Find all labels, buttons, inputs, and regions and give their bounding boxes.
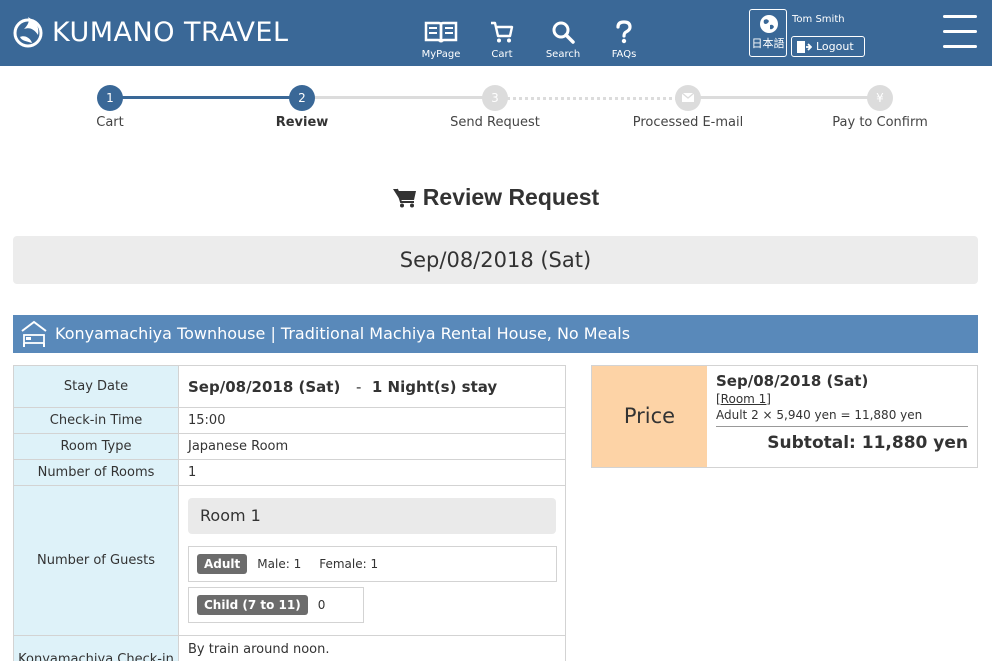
book-icon — [424, 21, 458, 43]
language-label: 日本語 — [751, 37, 785, 50]
table-row: Check-in Time 15:00 — [13, 407, 566, 434]
search-icon — [552, 21, 575, 44]
question-icon — [616, 20, 632, 44]
rooms-value: 1 — [178, 459, 566, 486]
stay-nights: 1 Night(s) stay — [371, 377, 498, 396]
nav-search-label: Search — [545, 49, 581, 60]
booking-details-table: Stay Date Sep/08/2018 (Sat) - 1 Night(s)… — [13, 365, 566, 661]
guests-value: Room 1 Adult Male: 1 Female: 1 Child (7 … — [178, 485, 566, 636]
room-title: Room 1 — [188, 498, 556, 534]
room-type-value: Japanese Room — [178, 433, 566, 460]
step-1-label: Cart — [96, 115, 124, 130]
male-count: Male: 1 — [257, 557, 302, 571]
price-room: [Room 1] — [716, 392, 771, 406]
step-4-circle — [675, 85, 701, 111]
nav-faqs-label: FAQs — [611, 49, 637, 60]
phoenix-logo-icon — [13, 17, 43, 48]
step-line-pending — [302, 96, 494, 99]
subtotal: Subtotal: 11,880 yen — [767, 433, 968, 453]
konya-checkin-value: By train around noon. — [178, 635, 566, 661]
step-2-label: Review — [275, 115, 329, 130]
menu-hamburger-icon[interactable] — [943, 15, 977, 49]
page-title: Review Request — [0, 184, 992, 211]
cart-icon — [392, 188, 416, 208]
cart-icon — [491, 21, 514, 43]
checkin-label: Check-in Time — [13, 407, 179, 434]
accommodation-bar: Konyamachiya Townhouse | Traditional Mac… — [13, 315, 978, 353]
table-row: Number of Rooms 1 — [13, 459, 566, 486]
adult-badge: Adult — [197, 554, 248, 574]
stay-date: Sep/08/2018 (Sat) — [188, 377, 341, 396]
child-guests: Child (7 to 11) 0 — [188, 587, 364, 623]
rooms-label: Number of Rooms — [13, 459, 179, 486]
stay-separator: - — [356, 377, 362, 396]
adult-guests: Adult Male: 1 Female: 1 — [188, 546, 557, 582]
nav-cart[interactable]: Cart — [472, 0, 532, 66]
price-summary: Price Sep/08/2018 (Sat) [Room 1] Adult 2… — [591, 365, 978, 468]
step-3-circle: 3 — [482, 85, 508, 111]
step-5-label: Pay to Confirm — [832, 115, 928, 130]
nav-faqs[interactable]: FAQs — [594, 0, 654, 66]
konya-checkin-label: Konyamachiya Check-in — [13, 635, 179, 661]
nav-mypage[interactable]: MyPage — [411, 0, 471, 66]
date-heading: Sep/08/2018 (Sat) — [13, 236, 978, 284]
step-line-pending — [686, 96, 880, 99]
stay-date-value: Sep/08/2018 (Sat) - 1 Night(s) stay — [178, 365, 566, 408]
logout-door-icon — [797, 40, 812, 53]
guests-label: Number of Guests — [13, 485, 179, 636]
table-row: Stay Date Sep/08/2018 (Sat) - 1 Night(s)… — [13, 365, 566, 408]
site-logo[interactable]: KUMANO TRAVEL — [10, 13, 289, 51]
step-5-circle: ¥ — [867, 85, 893, 111]
child-badge: Child (7 to 11) — [197, 595, 308, 615]
step-4-label: Processed E-mail — [632, 115, 744, 130]
female-count: Female: 1 — [319, 557, 379, 571]
table-row: Room Type Japanese Room — [13, 433, 566, 460]
envelope-icon — [681, 92, 695, 102]
language-switch-button[interactable]: 日本語 — [749, 9, 787, 57]
nav-search[interactable]: Search — [533, 0, 593, 66]
price-date: Sep/08/2018 (Sat) — [716, 372, 869, 390]
page-title-text: Review Request — [422, 184, 600, 210]
step-3-label: Send Request — [450, 115, 540, 130]
nav-mypage-label: MyPage — [421, 49, 461, 60]
checkin-value: 15:00 — [178, 407, 566, 434]
step-line-done — [110, 96, 302, 99]
step-line-dotted — [494, 97, 686, 100]
stay-date-label: Stay Date — [13, 365, 179, 408]
house-bed-icon — [21, 320, 47, 347]
globe-icon — [760, 15, 778, 33]
user-name: Tom Smith — [792, 14, 845, 25]
nav-cart-label: Cart — [491, 49, 513, 60]
child-count: 0 — [317, 598, 326, 612]
step-1-circle: 1 — [97, 85, 123, 111]
table-row: Konyamachiya Check-in By train around no… — [13, 635, 566, 661]
progress-steps: 1 2 3 ¥ Cart Review Send Request Process… — [0, 66, 992, 146]
brand-name: KUMANO TRAVEL — [52, 16, 289, 48]
site-header: KUMANO TRAVEL MyPage Cart Search FAQs 日本… — [0, 0, 992, 66]
accommodation-name: Konyamachiya Townhouse | Traditional Mac… — [55, 324, 631, 343]
logout-button[interactable]: Logout — [791, 36, 865, 57]
price-line: Adult 2 × 5,940 yen = 11,880 yen — [716, 408, 968, 427]
logout-label: Logout — [816, 40, 854, 53]
price-label: Price — [592, 366, 707, 467]
table-row: Number of Guests Room 1 Adult Male: 1 Fe… — [13, 485, 566, 636]
price-detail: Sep/08/2018 (Sat) [Room 1] Adult 2 × 5,9… — [707, 366, 977, 467]
step-2-circle: 2 — [289, 85, 315, 111]
room-type-label: Room Type — [13, 433, 179, 460]
